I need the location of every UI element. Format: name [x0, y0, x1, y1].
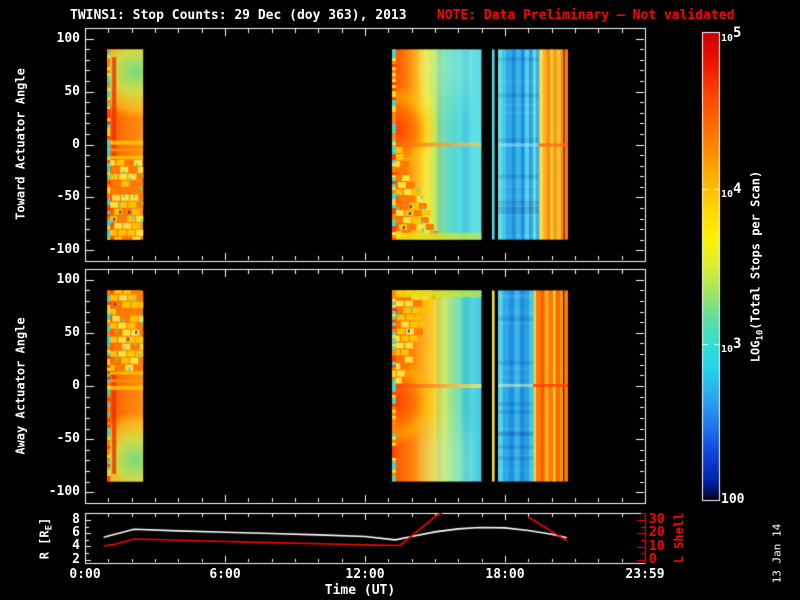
y-tick-label: -100 — [48, 484, 80, 500]
colorbar-tick-label: 105 — [721, 25, 742, 44]
colorbar-tick-label: 103 — [721, 336, 742, 356]
y-tick-label: -50 — [56, 189, 80, 205]
toward-axis-label: Toward Actuator Angle — [13, 68, 28, 220]
l-tick-label: 0 — [649, 551, 657, 567]
y-tick-label: 100 — [56, 30, 80, 46]
y-tick-label: 50 — [64, 324, 80, 340]
date-stamp: 13 Jan 14 — [770, 523, 784, 584]
colorbar-tick-label: 100 — [721, 492, 745, 507]
x-tick-label: 12:00 — [345, 567, 385, 582]
r-tick-label: 2 — [72, 551, 80, 567]
colorbar-title: LOG10(Total Stops per Scan) — [748, 170, 766, 363]
twins-stop-counts-plot: TWINS1: Stop Counts: 29 Dec (doy 363), 2… — [0, 0, 800, 600]
colorbar-tick-label: 104 — [721, 180, 742, 200]
y-tick-label: 0 — [72, 378, 80, 393]
x-tick-label: 18:00 — [485, 567, 525, 582]
y-tick-label: 50 — [64, 83, 80, 99]
x-tick-label: 23:59 — [625, 567, 665, 582]
y-tick-label: 0 — [72, 136, 80, 152]
preliminary-note: NOTE: Data Preliminary – Not validated — [437, 8, 735, 23]
x-tick-label: 6:00 — [209, 567, 241, 582]
y-tick-label: -50 — [56, 431, 80, 447]
y-tick-label: 100 — [56, 271, 80, 287]
page-title: TWINS1: Stop Counts: 29 Dec (doy 363), 2… — [70, 8, 407, 23]
x-tick-label: 0:00 — [69, 567, 101, 582]
time-axis-label: Time (UT) — [324, 583, 396, 598]
y-tick-label: -100 — [48, 242, 80, 258]
away-axis-label: Away Actuator Angle — [13, 317, 28, 455]
